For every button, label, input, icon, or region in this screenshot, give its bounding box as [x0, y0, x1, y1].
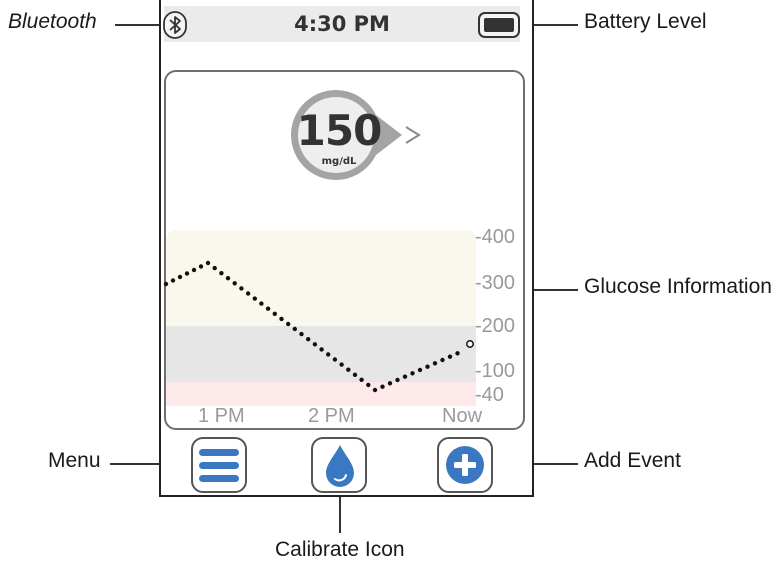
- trend-dot: [359, 377, 364, 382]
- trend-dot: [170, 278, 176, 283]
- trend-dot: [219, 271, 224, 276]
- trend-dot: [279, 316, 284, 322]
- trend-dot: [432, 361, 438, 366]
- trend-dot: [326, 352, 331, 357]
- trend-dot: [245, 291, 251, 296]
- trend-dot: [447, 354, 453, 359]
- y-tick-label: -300: [475, 272, 516, 294]
- x-tick-label: 2 PM: [308, 405, 355, 427]
- trend-dot: [417, 367, 423, 373]
- trend-dot: [272, 311, 277, 316]
- trend-dot: [259, 301, 264, 306]
- trend-dot: [265, 306, 271, 311]
- trend-dot: [312, 342, 318, 347]
- trend-dot: [239, 286, 244, 291]
- trend-dot: [191, 267, 197, 273]
- menu-button[interactable]: [191, 437, 247, 493]
- trend-dot: [252, 296, 257, 301]
- trend-dot: [339, 362, 344, 367]
- menu-icon: [199, 449, 239, 482]
- trend-dot: [163, 281, 169, 287]
- current-reading-dot: [466, 340, 474, 348]
- trend-dot: [198, 264, 204, 269]
- x-tick-label: Now: [442, 405, 483, 427]
- add-event-button[interactable]: [437, 437, 493, 493]
- y-tick-label: -100: [475, 360, 516, 382]
- trend-dot: [292, 326, 297, 332]
- trend-dot: [319, 347, 324, 352]
- x-tick-label: 1 PM: [198, 405, 245, 427]
- y-tick-label: -40: [475, 384, 504, 406]
- trend-dot: [225, 276, 231, 281]
- trend-dot: [346, 367, 351, 372]
- trend-dot: [410, 371, 415, 376]
- trend-dot: [212, 265, 217, 271]
- trend-dot: [395, 377, 400, 383]
- calibrate-button[interactable]: [311, 437, 367, 493]
- trend-dot: [455, 351, 460, 356]
- trend-dot: [402, 374, 408, 379]
- trend-dot: [332, 357, 338, 362]
- trend-dot: [306, 337, 311, 342]
- glucose-trend-plot: [163, 260, 474, 393]
- trend-dot: [425, 364, 430, 369]
- trend-dot: [177, 274, 183, 280]
- trend-dot: [205, 260, 211, 266]
- y-tick-label: -400: [475, 226, 516, 248]
- y-tick-label: -200: [475, 315, 516, 337]
- trend-dot: [286, 321, 291, 327]
- trend-dot: [299, 331, 304, 337]
- trend-dot: [352, 372, 358, 377]
- trend-dot: [184, 271, 190, 276]
- trend-dot: [387, 381, 393, 386]
- calibrate-drop-icon: [326, 445, 354, 487]
- trend-dot: [366, 382, 371, 388]
- trend-dot: [372, 387, 378, 393]
- trend-dot: [440, 357, 445, 363]
- trend-dot: [232, 281, 237, 286]
- trend-dot: [380, 384, 385, 389]
- add-event-icon: [446, 446, 484, 484]
